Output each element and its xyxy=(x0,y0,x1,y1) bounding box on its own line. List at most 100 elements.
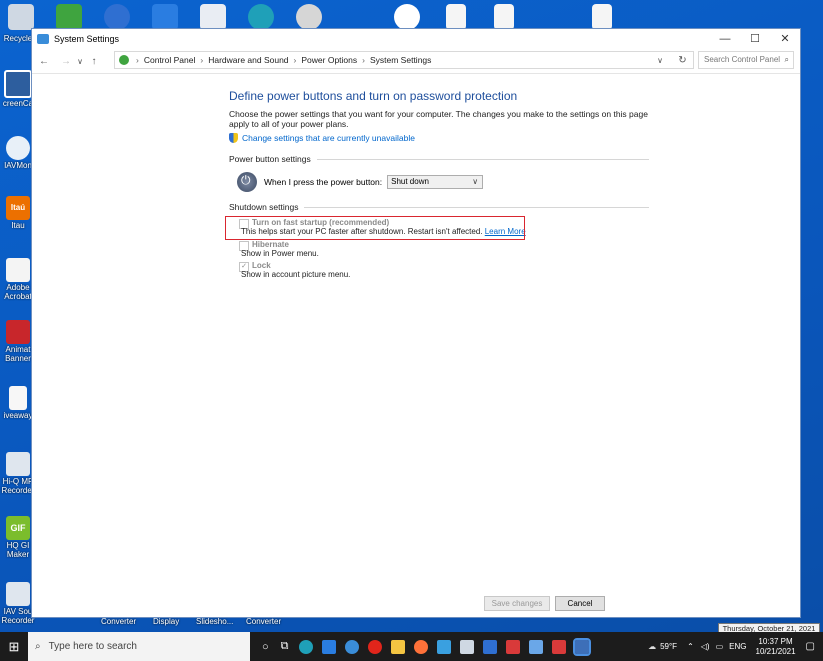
breadcrumb-separator: › xyxy=(293,55,297,65)
weather-icon[interactable]: ☁ xyxy=(648,642,656,651)
desktop-icon-label[interactable]: Converter xyxy=(246,617,281,626)
power-button-action-select[interactable]: Shut down ∨ xyxy=(387,175,484,189)
address-row: ← → ∨ ↑ › Control Panel › Hardware and S… xyxy=(32,49,800,74)
edge-icon[interactable] xyxy=(248,4,274,30)
desktop-icon-label[interactable]: Display xyxy=(153,617,179,626)
section-title: Shutdown settings xyxy=(229,202,299,212)
search-icon: ⌕ xyxy=(35,641,41,652)
sync-app-icon[interactable] xyxy=(394,4,420,30)
opera-icon[interactable] xyxy=(367,639,382,654)
clock-date: 10/21/2021 xyxy=(755,646,796,656)
page-description: Choose the power settings that you want … xyxy=(229,109,648,129)
screencap-icon xyxy=(4,70,32,98)
notification-icon[interactable]: ▢ xyxy=(806,641,815,652)
main-content: Define power buttons and turn on passwor… xyxy=(225,89,649,279)
system-tray: ☁ 59°F ⌃ ◁) ▭ ENG 10:37 PM 10/21/2021 ▢ xyxy=(648,632,823,661)
language-indicator[interactable]: ENG xyxy=(729,642,746,651)
document-icon xyxy=(9,386,27,410)
search-input[interactable]: Search Control Panel ⌕ xyxy=(698,51,794,69)
breadcrumb-system-settings[interactable]: System Settings xyxy=(370,55,431,65)
save-changes-button[interactable]: Save changes xyxy=(484,596,550,611)
iavmon-icon xyxy=(6,136,30,160)
window-title: System Settings xyxy=(54,34,120,44)
option-description: Show in Power menu. xyxy=(241,249,319,258)
control-panel-taskbar-icon[interactable] xyxy=(572,637,591,656)
animate-icon xyxy=(6,320,30,344)
option-lock[interactable]: ✓ Lock Show in account picture menu. xyxy=(239,261,649,279)
app-icon[interactable] xyxy=(459,639,474,654)
red-highlight-box xyxy=(225,216,525,240)
cancel-button[interactable]: Cancel xyxy=(555,596,605,611)
system-settings-window: System Settings — ☐ ✕ ← → ∨ ↑ › Control … xyxy=(31,28,801,618)
itau-icon: Itaú xyxy=(6,196,30,220)
document-icon[interactable] xyxy=(494,4,514,30)
edge-icon[interactable] xyxy=(298,639,313,654)
section-title: Power button settings xyxy=(229,154,311,164)
desktop-icon-label[interactable]: Converter xyxy=(101,617,136,626)
option-title: Hibernate xyxy=(252,240,289,249)
maximize-button[interactable]: ☐ xyxy=(740,29,770,49)
clock[interactable]: 10:37 PM 10/21/2021 xyxy=(756,637,796,657)
address-dropdown-icon[interactable]: ∨ xyxy=(657,56,663,65)
desktop-icon-label[interactable]: Slidesho... xyxy=(196,617,233,626)
cortana-icon[interactable]: ○ xyxy=(262,641,269,653)
gif-icon: GIF xyxy=(6,516,30,540)
breadcrumb-separator: › xyxy=(136,55,139,65)
ie-icon[interactable] xyxy=(344,639,359,654)
task-view-icon[interactable]: ⧉ xyxy=(281,640,289,653)
breadcrumb-hardware-and-sound[interactable]: Hardware and Sound xyxy=(208,55,288,65)
thunderbird-icon[interactable] xyxy=(104,4,130,30)
acrobat-icon xyxy=(6,258,30,282)
start-button[interactable]: ⊞ xyxy=(0,632,28,661)
uac-shield-icon xyxy=(229,133,238,143)
minimize-button[interactable]: — xyxy=(710,29,740,49)
divider xyxy=(304,206,649,208)
option-description: Show in account picture menu. xyxy=(241,270,351,279)
app-icon[interactable] xyxy=(551,639,566,654)
address-bar[interactable]: › Control Panel › Hardware and Sound › P… xyxy=(114,51,694,69)
forward-button[interactable]: → xyxy=(59,56,73,67)
app-icon[interactable] xyxy=(436,639,451,654)
title-bar[interactable]: System Settings — ☐ ✕ xyxy=(32,29,800,49)
chevron-up-icon[interactable]: ⌃ xyxy=(687,642,694,651)
clock-app-icon[interactable] xyxy=(296,4,322,30)
recycle-bin-icon[interactable] xyxy=(8,4,34,30)
app-icon[interactable] xyxy=(505,639,520,654)
temperature[interactable]: 59°F xyxy=(660,642,677,651)
breadcrumb-control-panel[interactable]: Control Panel xyxy=(144,55,196,65)
document-icon[interactable] xyxy=(592,4,612,30)
recent-locations-button[interactable]: ∨ xyxy=(73,57,87,66)
change-settings-link[interactable]: Change settings that are currently unava… xyxy=(242,133,415,143)
select-value: Shut down xyxy=(391,177,429,186)
app-icon[interactable] xyxy=(482,639,497,654)
control-panel-icon xyxy=(37,34,49,44)
taskbar-search-placeholder: Type here to search xyxy=(48,641,137,652)
search-placeholder: Search Control Panel xyxy=(704,55,781,64)
refresh-button[interactable]: ↻ xyxy=(672,51,694,69)
volume-icon[interactable]: ◁) xyxy=(701,642,710,651)
clock-time: 10:37 PM xyxy=(758,636,793,646)
window-app-icon[interactable] xyxy=(200,4,226,30)
power-icon xyxy=(237,172,257,192)
document-icon[interactable] xyxy=(446,4,466,30)
chevron-down-icon: ∨ xyxy=(472,177,479,186)
app-icon[interactable] xyxy=(528,639,543,654)
taskbar-search[interactable]: ⌕ Type here to search xyxy=(28,632,250,661)
file-explorer-icon[interactable] xyxy=(390,639,405,654)
hardware-icon[interactable] xyxy=(56,4,82,30)
close-button[interactable]: ✕ xyxy=(770,29,800,49)
store-icon[interactable] xyxy=(321,639,336,654)
shutdown-section-header: Shutdown settings xyxy=(229,202,649,212)
up-button[interactable]: ↑ xyxy=(87,56,101,67)
music-icon xyxy=(6,582,30,606)
taskbar: ⊞ ⌕ Type here to search ○ ⧉ ☁ 59°F ⌃ ◁) … xyxy=(0,632,823,661)
music-icon xyxy=(6,452,30,476)
network-icon[interactable]: ▭ xyxy=(716,642,724,651)
breadcrumb-power-options[interactable]: Power Options xyxy=(301,55,357,65)
back-button[interactable]: ← xyxy=(37,56,51,67)
option-title: Lock xyxy=(252,261,271,270)
music-app-icon[interactable] xyxy=(152,4,178,30)
firefox-icon[interactable] xyxy=(413,639,428,654)
breadcrumb-separator: › xyxy=(200,55,204,65)
option-hibernate[interactable]: Hibernate Show in Power menu. xyxy=(239,240,649,258)
